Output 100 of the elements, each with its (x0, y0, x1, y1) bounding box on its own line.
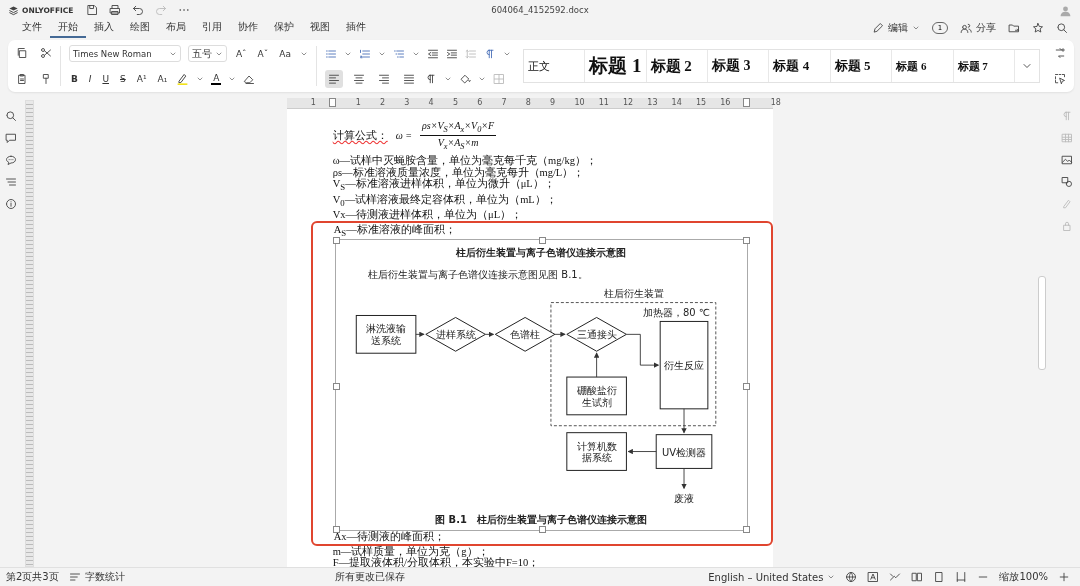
font-button[interactable]: Aˆ (233, 48, 249, 59)
chat-icon[interactable] (4, 154, 17, 166)
resize-handle[interactable] (332, 383, 340, 391)
shape-settings-icon[interactable] (1061, 176, 1074, 188)
style-preset[interactable]: 标题 6 (892, 50, 954, 82)
font-name-dropdown[interactable]: Times New Roman (68, 45, 181, 62)
definition-line: Vx—待测液进样体积，单位为（μL）； (332, 209, 524, 221)
word-count-button[interactable]: 字数统计 (68, 570, 125, 584)
paragraph-direction-icon[interactable] (483, 47, 496, 60)
align-icon[interactable] (324, 69, 343, 88)
paste-icon[interactable] (16, 73, 28, 85)
ruler-number: 7 (501, 98, 507, 108)
ruler-number: 8 (525, 98, 531, 108)
paragraph-mark-icon[interactable] (424, 72, 437, 85)
resize-handle[interactable] (742, 526, 750, 534)
format-button[interactable]: A¹ (134, 73, 149, 84)
pen-icon[interactable] (872, 22, 884, 34)
waste-label: 废液 (673, 493, 694, 505)
fit-width-icon[interactable] (955, 571, 968, 583)
margin-marker[interactable] (328, 98, 336, 107)
select-icon[interactable] (1054, 73, 1066, 85)
print-icon[interactable] (109, 4, 121, 16)
menu-tab[interactable]: 视图 (302, 18, 338, 38)
search-icon[interactable] (4, 110, 17, 122)
decrease-indent-icon[interactable] (426, 47, 439, 60)
share-button[interactable]: 分享 (960, 21, 996, 35)
font-button[interactable]: Aa (277, 48, 293, 59)
bullet-list-icon[interactable] (324, 47, 337, 60)
menu-tab[interactable]: 插件 (338, 18, 374, 38)
format-button[interactable]: S (118, 73, 128, 84)
ruler-number: 9 (550, 98, 556, 108)
node-label: 衍生反应 (663, 360, 704, 372)
menu-tab[interactable]: 开始 (50, 18, 86, 38)
word-count-icon[interactable] (68, 571, 81, 583)
margin-marker[interactable] (742, 98, 750, 107)
figure-image[interactable]: 柱后衍生装置与离子色谱仪连接示意图 柱后衍生装置与离子色谱仪连接示意图见图 B.1。 柱后衍生装置 加热器，80 ℃ 淋洗液输送系统 进样系统 色谱柱 三通接头 衍生反应 硼酸盐衍生试剂 计算机数据系统 UV检测器 废液 图 B.1 柱后衍生装置与离子色谱仪连接示意图 (334, 239, 748, 532)
logo-icon (8, 4, 19, 16)
scrollbar-thumb[interactable] (1037, 276, 1046, 370)
page-icon[interactable] (933, 571, 946, 583)
font-color-button[interactable]: A (211, 72, 222, 85)
two-page-icon[interactable] (911, 571, 924, 583)
resize-handle[interactable] (538, 237, 546, 245)
highlight-icon[interactable] (176, 72, 190, 85)
ruler-number: 1 (310, 98, 316, 108)
language-button[interactable]: English – United States (708, 571, 836, 583)
increase-indent-icon[interactable] (445, 47, 458, 60)
font-size-dropdown[interactable]: 五号 (187, 45, 227, 62)
image-settings-icon[interactable] (1061, 154, 1074, 166)
info-icon[interactable] (4, 198, 17, 210)
borders-icon[interactable] (492, 72, 505, 85)
format-button[interactable]: A₁ (155, 73, 170, 84)
style-preset[interactable]: 标题 1 (585, 50, 647, 82)
format-button[interactable]: B (68, 73, 80, 84)
people-icon[interactable] (960, 22, 972, 34)
edit-mode-button[interactable]: 编辑 (872, 21, 920, 35)
chevron-icon[interactable] (827, 573, 836, 581)
zoom-in-icon[interactable] (1058, 571, 1070, 583)
page-indicator: 第2页共3页 (6, 570, 59, 584)
ruler-number: 14 (671, 98, 682, 108)
format-button[interactable]: U (100, 73, 111, 84)
replace-icon[interactable] (1054, 47, 1066, 59)
menu-tab[interactable]: 绘图 (122, 18, 158, 38)
save-icon[interactable] (86, 4, 98, 16)
menu-tab[interactable]: 布局 (158, 18, 194, 38)
multilevel-list-icon[interactable] (392, 47, 405, 60)
globe-icon[interactable] (845, 571, 858, 583)
resize-handle[interactable] (332, 237, 340, 245)
avatar-icon[interactable] (1059, 3, 1072, 17)
style-preset[interactable]: 标题 4 (769, 50, 831, 82)
navigation-icon[interactable] (4, 176, 17, 188)
undo-icon[interactable] (132, 4, 144, 16)
format-button[interactable]: I (86, 73, 94, 84)
ruler-number: 12 (623, 98, 634, 108)
menu-tab[interactable]: 文件 (14, 18, 50, 38)
cut-icon[interactable] (40, 47, 52, 59)
menu-tab[interactable]: 协作 (230, 18, 266, 38)
track-changes-icon[interactable] (889, 571, 902, 583)
search-icon[interactable] (1056, 22, 1068, 34)
resize-handle[interactable] (332, 526, 340, 534)
resize-handle[interactable] (742, 237, 750, 245)
star-icon[interactable] (1032, 22, 1044, 34)
ruler-number: 15 (695, 98, 707, 108)
menu-tab[interactable]: 引用 (194, 18, 230, 38)
folder-icon[interactable] (1008, 22, 1020, 34)
formula-text: ω = (395, 129, 412, 141)
comment-icon[interactable] (4, 132, 17, 144)
definition-line: m—试样质量，单位为克（g）； (332, 545, 489, 558)
spellcheck-icon[interactable] (867, 571, 880, 583)
font-button[interactable]: Aˇ (255, 48, 271, 59)
resize-handle[interactable] (742, 383, 750, 391)
style-preset[interactable]: 标题 3 (708, 50, 770, 82)
fill-bucket-icon[interactable] (458, 72, 471, 85)
menu-tab[interactable]: 保护 (266, 18, 302, 38)
menu-tab[interactable]: 插入 (86, 18, 122, 38)
copy-icon[interactable] (16, 47, 28, 59)
numbered-list-icon[interactable] (358, 47, 371, 60)
resize-handle[interactable] (538, 526, 546, 534)
chevron-icon[interactable] (912, 24, 920, 32)
definition-line: A$_{S}$—标准溶液的峰面积； (333, 223, 457, 240)
format-painter-icon[interactable] (40, 73, 52, 85)
